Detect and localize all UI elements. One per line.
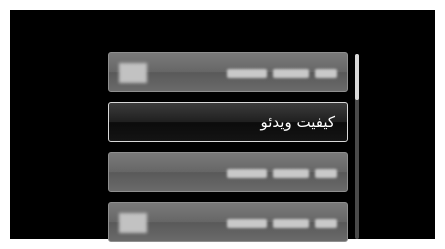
- setting-icon: [119, 213, 147, 233]
- menu-item-4[interactable]: [108, 202, 348, 242]
- camera-menu-screen: کیفیت ویدئو: [10, 10, 435, 242]
- menu-item-label-obscured: [227, 68, 337, 78]
- scrollbar-thumb[interactable]: [355, 54, 359, 100]
- menu-item-3[interactable]: [108, 152, 348, 192]
- menu-item-label: کیفیت ویدئو: [260, 113, 336, 131]
- menu-scrollbar[interactable]: [355, 54, 359, 239]
- setting-icon: [119, 63, 147, 83]
- menu-item-label-obscured: [227, 168, 337, 178]
- menu-item-label-obscured: [227, 218, 337, 228]
- menu-item-video-quality[interactable]: کیفیت ویدئو: [108, 102, 348, 142]
- menu-item-1[interactable]: [108, 52, 348, 92]
